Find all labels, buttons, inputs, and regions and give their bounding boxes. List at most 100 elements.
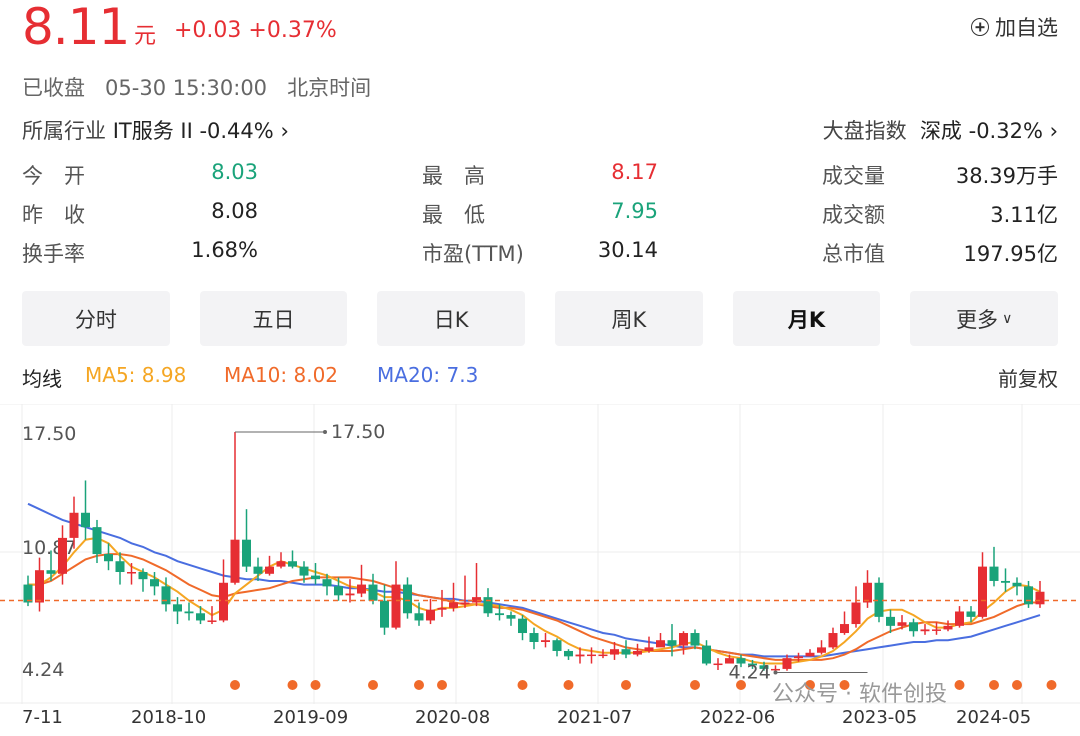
candle-body (909, 622, 918, 632)
tab-2[interactable]: 日K (377, 291, 526, 346)
candle-body (656, 640, 665, 648)
x-axis-label: 2019-09 (273, 707, 349, 728)
candle-body (265, 566, 274, 574)
candle-body (506, 615, 516, 619)
candle-body (391, 584, 401, 628)
candle-body (368, 584, 378, 601)
stat-label: 最 低 (422, 203, 485, 227)
candle-body (35, 570, 44, 603)
candle-body (242, 539, 251, 567)
stat-label: 成交量 (822, 164, 885, 188)
period-tabs: 分时 五日 日K 周K 月K 更多 ∨ (22, 291, 1059, 346)
event-marker (368, 680, 378, 690)
event-marker (517, 680, 528, 690)
index-label: 大盘指数 (822, 119, 907, 143)
stat-label: 市盈(TTM) (422, 242, 524, 266)
tab-4[interactable]: 月K (732, 291, 881, 346)
candle-body (667, 640, 677, 646)
candle-body (322, 579, 332, 587)
candle-body (288, 561, 297, 567)
candle-body (575, 654, 585, 657)
candle-body (173, 604, 182, 612)
candle-body (794, 656, 803, 659)
add-watchlist-button[interactable]: 加自选 (971, 12, 1058, 42)
max-annotation-dot (323, 430, 327, 434)
stat-label: 成交额 (822, 203, 885, 227)
candle-body (989, 566, 999, 581)
event-marker (736, 680, 746, 690)
candle-body (138, 572, 148, 580)
candle-body (690, 633, 700, 646)
candle-body (357, 584, 366, 594)
y-axis-label: 4.24 (22, 659, 64, 681)
candle-body (460, 602, 470, 605)
tab-1[interactable]: 五日 (199, 291, 348, 346)
stat-label: 换手率 (22, 242, 85, 266)
candle-body (587, 654, 596, 657)
stat-value: 30.14 (597, 238, 658, 262)
chevron-right-icon: › (280, 119, 289, 143)
event-marker (287, 680, 298, 690)
candle-body (564, 650, 573, 657)
adjust-mode-button[interactable]: 前复权 (998, 363, 1058, 392)
watermark-text: 公众号 · 软件创投 (772, 682, 947, 704)
tab-0[interactable]: 分时 (22, 291, 170, 346)
min-annotation-label: 4.24 (729, 662, 771, 684)
tab-label: 周K (611, 307, 647, 332)
ma-title: 均线 (22, 367, 62, 391)
x-axis-label: 2018-10 (131, 707, 207, 728)
event-marker (563, 680, 574, 690)
candle-body (851, 602, 861, 625)
stat-value: 3.11亿 (990, 203, 1058, 227)
ma10-label: MA10: 8.02 (224, 363, 339, 387)
tab-5[interactable]: 更多 ∨ (910, 291, 1059, 346)
candle-body (196, 613, 205, 621)
x-axis-label: 2023-05 (842, 707, 918, 728)
event-marker (621, 680, 631, 690)
candle-body (920, 629, 930, 632)
stat-label: 最 高 (422, 164, 485, 188)
candle-body (529, 633, 539, 642)
candle-body (253, 566, 263, 574)
candle-body (104, 554, 113, 562)
industry-label: 所属行业 (22, 119, 106, 143)
max-annotation-label: 17.50 (331, 421, 385, 443)
candle-body (380, 600, 389, 628)
status-timezone: 北京时间 (287, 76, 372, 100)
tab-3[interactable]: 周K (555, 291, 703, 346)
candle-body (115, 561, 125, 572)
status-datetime: 05-30 15:30:00 (105, 76, 268, 100)
tab-label: 月K (787, 307, 826, 332)
event-marker (414, 680, 424, 690)
candle-body (219, 582, 228, 621)
add-watchlist-label: 加自选 (995, 16, 1058, 40)
candle-body (276, 561, 286, 567)
candle-body (92, 527, 102, 555)
candle-body (863, 582, 872, 603)
candle-body (230, 539, 240, 583)
candle-body (932, 629, 941, 631)
candle-body (311, 575, 320, 580)
candle-body (299, 566, 309, 576)
stat-value: 8.08 (211, 199, 258, 223)
candle-body (1024, 586, 1033, 605)
stat-value: 1.68% (191, 238, 258, 262)
industry-link[interactable]: 所属行业 IT服务 II -0.44% › (22, 115, 289, 145)
candle-body (184, 611, 194, 614)
candle-body (840, 624, 849, 634)
tab-label: 分时 (74, 307, 117, 332)
event-marker (310, 680, 321, 690)
candle-body (886, 616, 895, 626)
chevron-down-icon: ∨ (1002, 310, 1013, 327)
stat-value: 38.39万手 (955, 164, 1058, 188)
candle-body (414, 613, 424, 621)
market-index-link[interactable]: 大盘指数 深成 -0.32% › (823, 115, 1058, 145)
current-price: 8.11 (22, 0, 130, 56)
candle-body (1035, 591, 1045, 605)
candle-body (161, 586, 171, 605)
price-unit: 元 (134, 24, 157, 49)
candle-body (621, 649, 631, 655)
kline-chart[interactable]: 17.5010.874.2417.504.24公众号 · 软件创投 (0, 404, 1080, 704)
candle-body (552, 640, 562, 651)
event-marker (690, 680, 700, 690)
